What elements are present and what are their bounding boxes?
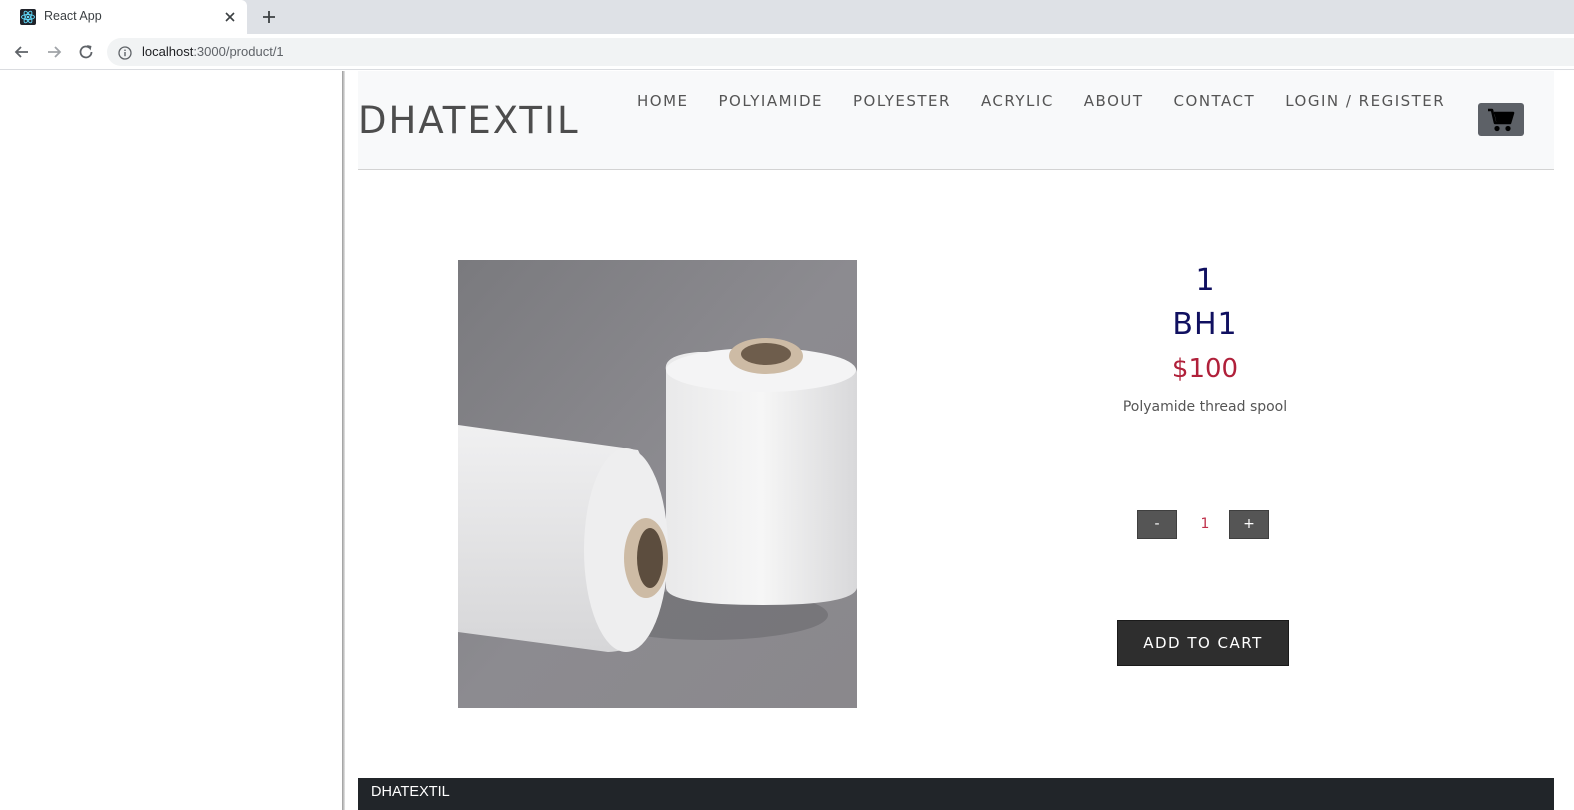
arrow-right-icon[interactable] (44, 42, 64, 62)
cart-button[interactable] (1478, 103, 1524, 136)
page-edge-shadow (342, 71, 345, 810)
product-name: BH1 (1172, 307, 1238, 342)
react-logo-icon (20, 9, 36, 25)
plus-icon[interactable] (259, 7, 279, 27)
page-viewport: DHATEXTIL HOME POLYIAMIDE POLYESTER ACRY… (0, 71, 1574, 810)
url-path: :3000/product/1 (193, 44, 284, 59)
url-text: localhost:3000/product/1 (142, 44, 284, 59)
reload-icon[interactable] (76, 42, 96, 62)
nav-link-polyester[interactable]: POLYESTER (853, 92, 951, 110)
url-host: localhost (142, 44, 194, 59)
browser-tab[interactable]: React App (0, 0, 247, 34)
footer-brand: DHATEXTIL (371, 784, 450, 800)
nav-link-about[interactable]: ABOUT (1084, 92, 1144, 110)
arrow-left-icon[interactable] (12, 42, 32, 62)
quantity-increment-button[interactable]: + (1229, 510, 1269, 539)
product-description: Polyamide thread spool (1122, 399, 1288, 415)
tab-title: React App (44, 9, 102, 23)
add-to-cart-button[interactable]: ADD TO CART (1117, 620, 1289, 666)
nav-links: HOME POLYIAMIDE POLYESTER ACRYLIC ABOUT … (637, 92, 1475, 110)
site-brand[interactable]: DHATEXTIL (358, 99, 580, 142)
nav-link-contact[interactable]: CONTACT (1174, 92, 1256, 110)
browser-tabstrip: React App (0, 0, 1574, 34)
site-navbar: DHATEXTIL HOME POLYIAMIDE POLYESTER ACRY… (358, 71, 1554, 170)
address-bar[interactable]: localhost:3000/product/1 (107, 38, 1574, 66)
nav-link-home[interactable]: HOME (637, 92, 689, 110)
product-price: $100 (1171, 354, 1239, 384)
site-footer: DHATEXTIL (358, 778, 1554, 810)
product-id: 1 (1195, 263, 1215, 298)
shopping-cart-icon (1488, 108, 1515, 132)
quantity-value: 1 (1200, 516, 1210, 532)
nav-link-polyiamide[interactable]: POLYIAMIDE (719, 92, 823, 110)
info-icon[interactable] (118, 45, 132, 60)
quantity-decrement-button[interactable]: - (1137, 510, 1177, 539)
nav-link-acrylic[interactable]: ACRYLIC (981, 92, 1054, 110)
product-image (458, 260, 857, 708)
close-icon[interactable] (221, 8, 239, 26)
browser-toolbar: localhost:3000/product/1 (0, 34, 1574, 70)
nav-link-login-register[interactable]: LOGIN / REGISTER (1285, 92, 1445, 110)
